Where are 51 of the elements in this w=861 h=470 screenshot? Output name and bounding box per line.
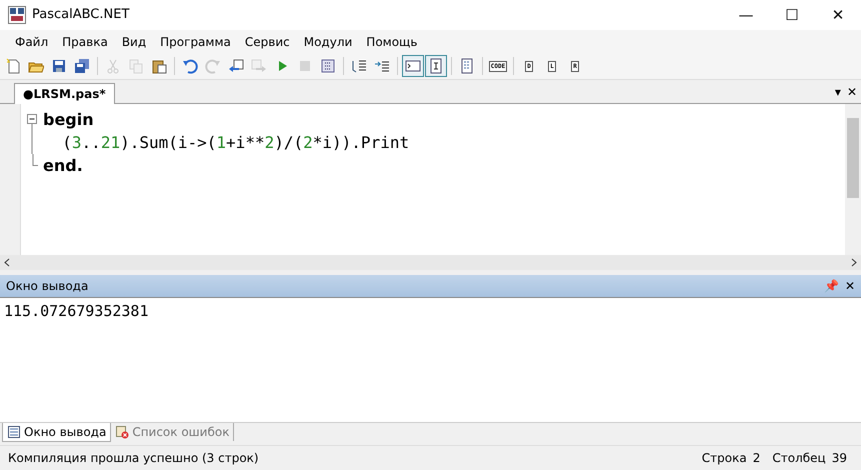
column-label: Столбец	[772, 451, 826, 466]
output-text: 115.072679352381	[4, 302, 148, 320]
menu-item[interactable]: Файл	[8, 34, 56, 49]
tab-list-button[interactable]: ▾	[834, 84, 841, 99]
app-logo-icon	[8, 6, 26, 24]
code-line: end.	[43, 156, 83, 175]
minimize-button[interactable]: —	[723, 6, 769, 24]
close-button[interactable]: ✕	[815, 6, 861, 24]
arrow-left-icon	[228, 58, 244, 74]
column-number: 39	[832, 451, 847, 466]
scissors-icon	[105, 58, 121, 74]
line-label: Строка	[702, 451, 747, 466]
fold-toggle-icon[interactable]	[26, 114, 38, 131]
scroll-right-icon[interactable]	[851, 258, 857, 267]
panel-title: Окно вывода	[6, 278, 90, 293]
copy-icon	[128, 58, 144, 74]
window-title: PascalABC.NET	[32, 7, 130, 22]
panel-tab[interactable]: Список ошибок	[132, 425, 230, 440]
scrollbar-thumb[interactable]	[847, 118, 859, 198]
cursor-icon	[428, 58, 444, 74]
menu-item[interactable]: Модули	[296, 34, 360, 49]
fold-end-icon	[32, 154, 38, 166]
file-tab[interactable]: ●LRSM.pas*	[14, 82, 115, 104]
status-message: Компиляция прошла успешно (3 строк)	[8, 451, 260, 466]
line-number: 2	[752, 451, 760, 466]
menu-item[interactable]: Правка	[55, 34, 115, 49]
menu-item[interactable]: Сервис	[238, 34, 297, 49]
menu-item[interactable]: Помощь	[359, 34, 424, 49]
menu-item[interactable]: Вид	[114, 34, 154, 49]
menu-item[interactable]: Программа	[153, 34, 238, 49]
fold-line-icon	[31, 130, 33, 154]
console-icon	[405, 58, 421, 74]
save-icon	[51, 58, 67, 74]
close-tab-button[interactable]: ✕	[846, 84, 857, 99]
error-list-icon	[115, 425, 130, 440]
redo-icon	[205, 58, 221, 74]
undo-icon	[182, 58, 198, 74]
console-button[interactable]	[402, 55, 424, 78]
scroll-left-icon[interactable]	[4, 258, 10, 267]
save-all-icon	[74, 58, 90, 74]
paste-icon	[151, 58, 167, 74]
cursor-button[interactable]	[425, 55, 447, 78]
list-icon	[459, 58, 475, 74]
maximize-button[interactable]: ☐	[769, 6, 815, 24]
code-line: begin	[43, 110, 94, 129]
grid-icon	[320, 58, 336, 74]
arrow-right-icon	[251, 58, 267, 74]
new-file-icon	[5, 58, 21, 74]
close-panel-button[interactable]: ✕	[844, 278, 855, 293]
indent-icon	[351, 58, 367, 74]
code-line: (3..21).Sum(i->(1+i**2)/(2*i)).Print	[61, 132, 410, 152]
